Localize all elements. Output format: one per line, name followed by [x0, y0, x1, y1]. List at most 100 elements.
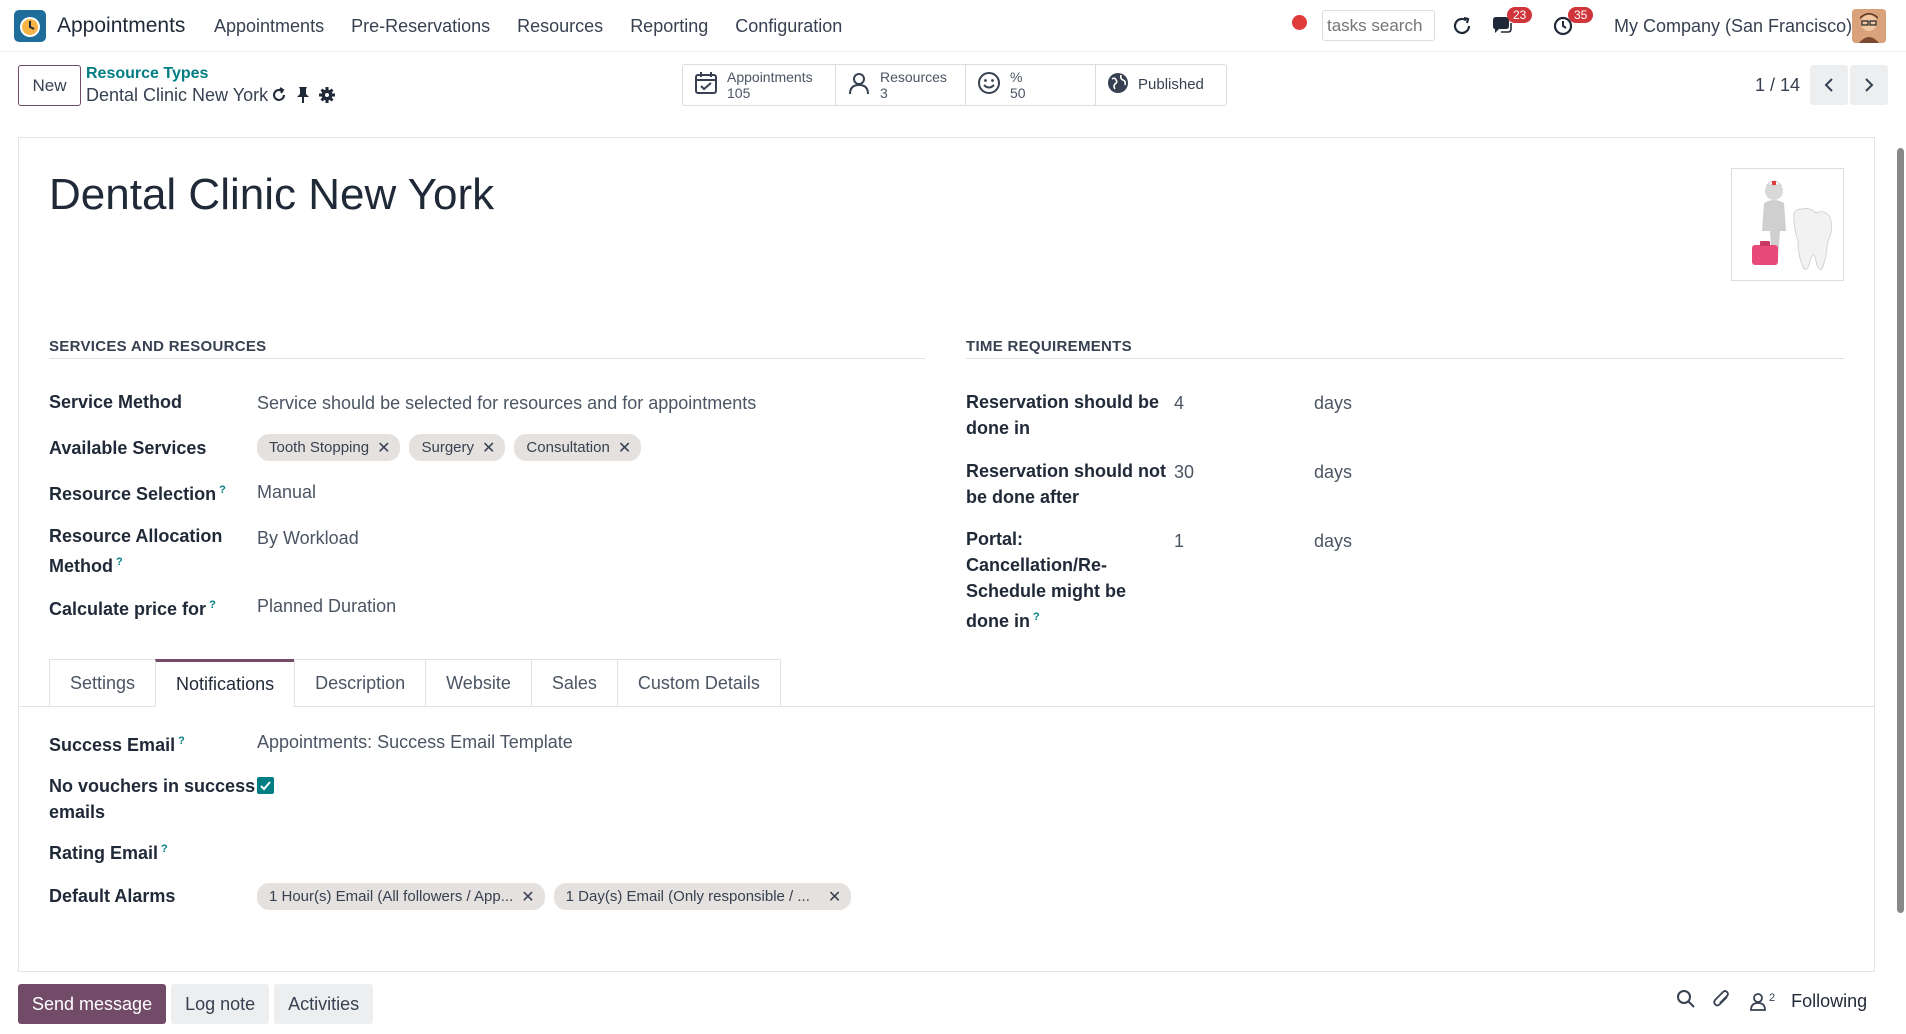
followers-icon — [1750, 992, 1766, 1011]
rating-email-label: Rating Email? — [49, 836, 168, 866]
portal-cancel-field[interactable]: 1 — [1174, 528, 1184, 554]
log-note-button[interactable]: Log note — [171, 984, 270, 1024]
search-icon[interactable] — [1676, 989, 1696, 1014]
new-button[interactable]: New — [18, 65, 81, 106]
reservation-max-field[interactable]: 30 — [1174, 459, 1194, 485]
rating-smart-button[interactable]: % 50 — [966, 65, 1096, 105]
send-message-button[interactable]: Send message — [18, 984, 167, 1024]
tab-settings[interactable]: Settings — [49, 659, 156, 707]
remove-tag-icon[interactable]: ✕ — [828, 887, 841, 907]
help-icon[interactable]: ? — [116, 556, 123, 568]
services-section-title: SERVICES AND RESOURCES — [49, 338, 267, 355]
discard-refresh-icon[interactable] — [270, 86, 288, 109]
remove-tag-icon[interactable]: ✕ — [618, 438, 631, 458]
calculate-price-field[interactable]: Planned Duration — [257, 593, 396, 619]
user-avatar[interactable] — [1852, 9, 1886, 43]
company-switcher[interactable]: My Company (San Francisco) — [1614, 16, 1852, 37]
tab-custom-details[interactable]: Custom Details — [616, 659, 781, 707]
menu-resources[interactable]: Resources — [517, 16, 603, 37]
following-button[interactable]: Following — [1791, 991, 1867, 1012]
service-method-field[interactable]: Service should be selected for resources… — [257, 390, 756, 416]
tab-website[interactable]: Website — [425, 659, 531, 707]
chevron-left-icon — [1824, 78, 1833, 92]
pager-next-button[interactable] — [1850, 65, 1888, 105]
services-section-divider — [49, 358, 925, 359]
tab-sales[interactable]: Sales — [530, 659, 617, 707]
service-tag[interactable]: Tooth Stopping ✕ — [257, 434, 401, 461]
resource-allocation-field[interactable]: By Workload — [257, 525, 359, 551]
rating-smart-value: 50 — [1010, 85, 1026, 101]
activities-clock-icon[interactable]: 35 — [1548, 7, 1594, 41]
calculate-price-label: Calculate price for? — [49, 592, 216, 622]
form-sheet — [18, 137, 1875, 972]
alarm-tag[interactable]: 1 Day(s) Email (Only responsible / ... ✕ — [553, 883, 852, 910]
resource-allocation-label-line2: Method? — [49, 549, 123, 579]
default-alarms-field[interactable]: 1 Hour(s) Email (All followers / App... ✕… — [257, 883, 860, 910]
tasks-search-input[interactable] — [1322, 10, 1435, 41]
reservation-max-unit: days — [1314, 462, 1353, 482]
no-vouchers-checkbox[interactable] — [257, 777, 274, 794]
alarm-tag[interactable]: 1 Hour(s) Email (All followers / App... ✕ — [257, 883, 545, 910]
scrollbar[interactable] — [1897, 148, 1904, 913]
service-method-label: Service Method — [49, 392, 183, 412]
menu-configuration[interactable]: Configuration — [735, 16, 842, 37]
record-title[interactable]: Dental Clinic New York — [49, 170, 494, 220]
available-services-field[interactable]: Tooth Stopping ✕ Surgery ✕ Consultation ✕ — [257, 434, 650, 461]
help-icon[interactable]: ? — [178, 735, 185, 747]
resource-allocation-label-text: Method — [49, 556, 113, 576]
main-menu: Appointments Pre-Reservations Resources … — [214, 16, 869, 37]
resources-smart-button[interactable]: Resources 3 — [836, 65, 966, 105]
success-email-field[interactable]: Appointments: Success Email Template — [257, 729, 573, 755]
smiley-icon — [976, 70, 1002, 101]
pin-icon[interactable] — [296, 86, 310, 109]
remove-tag-icon[interactable]: ✕ — [482, 438, 495, 458]
help-icon[interactable]: ? — [1033, 611, 1040, 623]
chatter-actions: Send message Log note Activities — [18, 984, 374, 1024]
portal-cancel-label-line2: Cancellation/Re- — [966, 555, 1108, 575]
menu-reporting[interactable]: Reporting — [630, 16, 708, 37]
default-alarms-label: Default Alarms — [49, 886, 176, 906]
time-section-title: TIME REQUIREMENTS — [966, 338, 1132, 355]
no-vouchers-label-line1: No vouchers in success — [49, 776, 256, 796]
help-icon[interactable]: ? — [219, 484, 226, 496]
help-icon[interactable]: ? — [209, 599, 216, 611]
service-tag[interactable]: Consultation ✕ — [514, 434, 642, 461]
resources-smart-label: Resources — [880, 69, 947, 85]
service-tag[interactable]: Surgery ✕ — [409, 434, 506, 461]
activities-button[interactable]: Activities — [274, 984, 374, 1024]
published-smart-button[interactable]: Published — [1096, 65, 1226, 105]
rating-email-label-text: Rating Email — [49, 843, 159, 863]
record-image[interactable] — [1731, 168, 1844, 281]
gear-icon[interactable] — [318, 86, 336, 109]
menu-appointments[interactable]: Appointments — [214, 16, 324, 37]
remove-tag-icon[interactable]: ✕ — [377, 438, 390, 458]
reservation-min-field[interactable]: 4 — [1174, 390, 1184, 416]
reservation-max-label-line2: be done after — [966, 487, 1080, 507]
resource-allocation-label-line1: Resource Allocation — [49, 526, 223, 546]
recording-dot-icon[interactable] — [1292, 15, 1307, 30]
resource-selection-field[interactable]: Manual — [257, 479, 316, 505]
breadcrumb-resource-types[interactable]: Resource Types — [86, 65, 208, 83]
appointments-smart-button[interactable]: Appointments 105 — [683, 65, 836, 105]
followers-button[interactable]: 2 — [1748, 992, 1775, 1012]
tab-notifications[interactable]: Notifications — [155, 659, 295, 707]
rating-smart-label: % — [1010, 69, 1023, 85]
app-logo-icon[interactable] — [14, 10, 46, 42]
remove-tag-icon[interactable]: ✕ — [521, 887, 534, 907]
app-name[interactable]: Appointments — [57, 14, 185, 38]
reservation-max-label-line1: Reservation should not — [966, 461, 1167, 481]
help-icon[interactable]: ? — [161, 843, 168, 855]
menu-pre-reservations[interactable]: Pre-Reservations — [351, 16, 490, 37]
refresh-icon[interactable] — [1447, 11, 1477, 41]
pager-value[interactable]: 1 / 14 — [1755, 75, 1800, 96]
followers-count: 2 — [1769, 991, 1776, 1004]
service-tag-label: Tooth Stopping — [269, 439, 370, 456]
messages-icon[interactable]: 23 — [1487, 7, 1533, 41]
reservation-min-label-line2: done in — [966, 418, 1030, 438]
chevron-right-icon — [1865, 78, 1874, 92]
pager-previous-button[interactable] — [1810, 65, 1848, 105]
smart-buttons: Appointments 105 Resources 3 % 50 Publis… — [682, 64, 1227, 106]
tab-description[interactable]: Description — [294, 659, 426, 707]
paperclip-icon[interactable] — [1712, 989, 1732, 1014]
calendar-check-icon — [693, 70, 719, 101]
